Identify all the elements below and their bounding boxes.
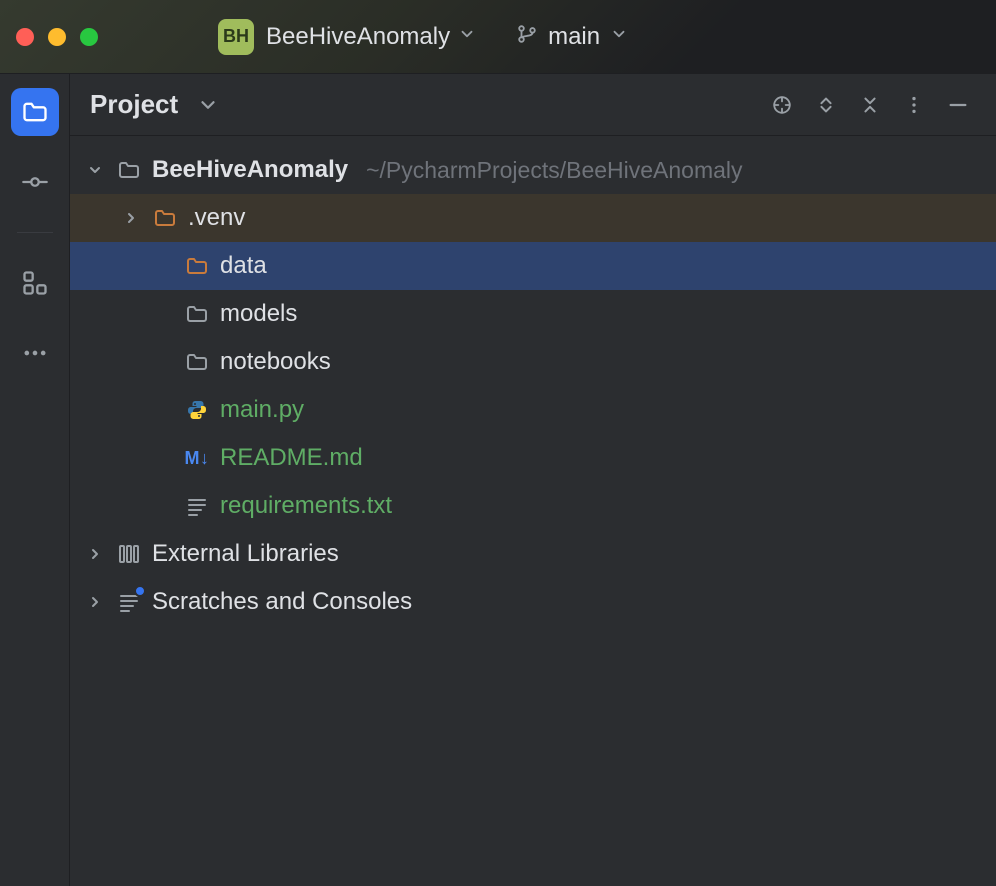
branch-name-label: main — [548, 23, 600, 51]
branch-icon — [516, 23, 538, 50]
tree-root-row[interactable]: BeeHiveAnomaly ~/PycharmProjects/BeeHive… — [70, 146, 996, 194]
titlebar: BH BeeHiveAnomaly main — [0, 0, 996, 74]
root-name-label: BeeHiveAnomaly — [152, 156, 348, 184]
commit-tool-button[interactable] — [11, 158, 59, 206]
project-panel-header: Project — [70, 74, 996, 136]
panel-view-chevron-icon[interactable] — [190, 87, 226, 123]
left-toolstrip — [0, 74, 70, 886]
node-label: main.py — [220, 396, 304, 424]
python-file-icon — [184, 397, 210, 423]
libraries-icon — [116, 541, 142, 567]
folder-icon — [152, 205, 178, 231]
tree-row-notebooks[interactable]: notebooks — [70, 338, 996, 386]
project-name-label[interactable]: BeeHiveAnomaly — [266, 23, 450, 51]
structure-tool-button[interactable] — [11, 259, 59, 307]
collapse-all-icon[interactable] — [852, 87, 888, 123]
window-maximize-button[interactable] — [80, 28, 98, 46]
expand-all-icon[interactable] — [808, 87, 844, 123]
chevron-down-icon[interactable] — [84, 159, 106, 181]
node-label: Scratches and Consoles — [152, 588, 412, 616]
toolstrip-separator — [17, 232, 53, 233]
tree-row-data[interactable]: data — [70, 242, 996, 290]
more-tool-button[interactable] — [11, 329, 59, 377]
node-label: models — [220, 300, 297, 328]
tree-row-requirements[interactable]: requirements.txt — [70, 482, 996, 530]
node-label: External Libraries — [152, 540, 339, 568]
tree-row-external-libraries[interactable]: External Libraries — [70, 530, 996, 578]
project-panel: Project — [70, 74, 996, 886]
window-controls — [16, 28, 98, 46]
folder-icon — [184, 301, 210, 327]
branch-chevron-icon — [610, 25, 628, 48]
text-file-icon — [184, 493, 210, 519]
project-tree[interactable]: BeeHiveAnomaly ~/PycharmProjects/BeeHive… — [70, 136, 996, 626]
tree-row-models[interactable]: models — [70, 290, 996, 338]
folder-icon — [116, 157, 142, 183]
project-tool-button[interactable] — [11, 88, 59, 136]
chevron-right-icon[interactable] — [84, 543, 106, 565]
node-label: data — [220, 252, 267, 280]
node-label: .venv — [188, 204, 245, 232]
scratches-icon — [116, 589, 142, 615]
window-minimize-button[interactable] — [48, 28, 66, 46]
node-label: requirements.txt — [220, 492, 392, 520]
project-chevron-icon[interactable] — [458, 25, 476, 48]
tree-row-main-py[interactable]: main.py — [70, 386, 996, 434]
folder-icon — [184, 349, 210, 375]
hide-panel-icon[interactable] — [940, 87, 976, 123]
vcs-branch-widget[interactable]: main — [516, 23, 628, 51]
tree-row-scratches[interactable]: Scratches and Consoles — [70, 578, 996, 626]
window-close-button[interactable] — [16, 28, 34, 46]
chevron-right-icon[interactable] — [84, 591, 106, 613]
tree-row-readme[interactable]: M↓ README.md — [70, 434, 996, 482]
root-path-label: ~/PycharmProjects/BeeHiveAnomaly — [366, 157, 742, 184]
select-opened-file-icon[interactable] — [764, 87, 800, 123]
panel-options-icon[interactable] — [896, 87, 932, 123]
node-label: notebooks — [220, 348, 331, 376]
tree-row-venv[interactable]: .venv — [70, 194, 996, 242]
node-label: README.md — [220, 444, 363, 472]
project-badge[interactable]: BH — [218, 19, 254, 55]
markdown-file-icon: M↓ — [184, 445, 210, 471]
folder-icon — [184, 253, 210, 279]
chevron-right-icon[interactable] — [120, 207, 142, 229]
panel-title-label[interactable]: Project — [90, 89, 178, 120]
